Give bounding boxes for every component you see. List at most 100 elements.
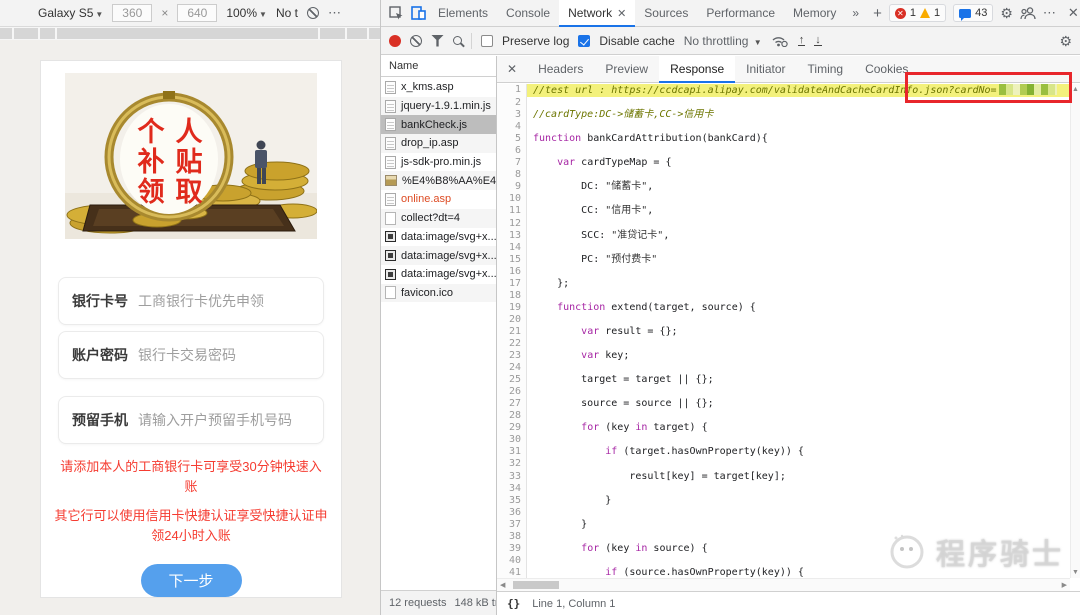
disable-cache-checkbox[interactable] xyxy=(578,34,591,47)
throttling-select[interactable]: No throttling ▼ xyxy=(684,34,762,48)
export-har-icon[interactable]: ↓ xyxy=(814,35,822,46)
device-toolbar-toggle-icon[interactable] xyxy=(407,0,429,26)
viewport-height-input[interactable]: 640 xyxy=(177,4,218,22)
phone-field[interactable]: 预留手机 请输入开户预留手机号码 xyxy=(58,396,324,444)
request-name: favicon.ico xyxy=(401,286,453,299)
request-name: data:image/svg+x... xyxy=(401,268,496,281)
device-toolbar-more-icon[interactable]: ⋯ xyxy=(328,5,342,21)
line-number: 2 xyxy=(497,97,527,110)
request-row[interactable]: x_kms.asp xyxy=(381,78,496,97)
more-panels-chevron[interactable]: » xyxy=(845,6,866,20)
name-column-header[interactable]: Name xyxy=(381,56,496,77)
close-network-tab-icon[interactable]: ✕ xyxy=(617,7,626,20)
scroll-up-icon[interactable]: ▲ xyxy=(1072,86,1079,93)
card-number-field[interactable]: 银行卡号 工商银行卡优先申领 xyxy=(58,277,324,325)
request-row[interactable]: data:image/svg+x... xyxy=(381,265,496,284)
detail-tab-headers[interactable]: Headers xyxy=(527,56,594,83)
settings-gear-icon[interactable]: ⚙ xyxy=(1000,6,1013,20)
tab-elements[interactable]: Elements xyxy=(429,0,497,27)
tab-console[interactable]: Console xyxy=(497,0,559,27)
line-number: 16 xyxy=(497,265,527,278)
import-har-icon[interactable]: ↑ xyxy=(797,35,806,46)
clear-network-log-icon[interactable] xyxy=(410,34,422,47)
code-line: 17 }; xyxy=(497,277,1070,290)
scroll-right-icon[interactable]: ▶ xyxy=(1062,581,1067,589)
no-throttling-icon[interactable] xyxy=(306,7,319,19)
viewport-width-input[interactable]: 360 xyxy=(112,4,153,22)
line-number: 7 xyxy=(497,157,527,170)
console-messages-badge[interactable]: 43 xyxy=(953,4,994,22)
tab-memory[interactable]: Memory xyxy=(784,0,845,27)
scroll-down-icon[interactable]: ▼ xyxy=(1072,569,1079,576)
record-network-log-icon[interactable] xyxy=(389,34,401,47)
tab-network[interactable]: Network ✕ xyxy=(559,0,636,27)
warning-text-1: 请添加本人的工商银行卡可享受30分钟快速入账 xyxy=(60,459,322,494)
zoom-select[interactable]: 100% ▼ xyxy=(226,6,267,20)
code-line: 18 xyxy=(497,289,1070,302)
line-number: 1 xyxy=(497,84,527,98)
code-line: 5 function bankCardAttribution(bankCard){ xyxy=(497,133,1070,146)
vertical-scrollbar[interactable]: ▲ ▼ xyxy=(1070,84,1080,578)
chevron-down-icon: ▼ xyxy=(259,10,267,19)
phone-placeholder: 请输入开户预留手机号码 xyxy=(138,412,292,428)
line-number: 29 xyxy=(497,422,527,435)
request-row[interactable]: online.asp xyxy=(381,190,496,209)
code-line: 29 for (key in target) { xyxy=(497,422,1070,435)
line-number: 11 xyxy=(497,205,527,218)
profiles-icon[interactable] xyxy=(1020,0,1036,26)
detail-tab-initiator[interactable]: Initiator xyxy=(735,56,796,83)
filter-icon[interactable] xyxy=(431,34,444,47)
request-row[interactable]: data:image/svg+x... xyxy=(381,228,496,247)
network-toolbar: Preserve log Disable cache No throttling… xyxy=(381,27,1080,55)
img-file-icon xyxy=(385,175,397,187)
network-settings-gear-icon[interactable]: ⚙ xyxy=(1059,34,1072,48)
inspect-element-icon[interactable] xyxy=(385,0,407,26)
scrollbar-thumb[interactable] xyxy=(513,581,560,589)
media-query-bar[interactable] xyxy=(0,27,381,40)
code-line: 9 DC: "储蓄卡", xyxy=(497,181,1070,194)
line-number: 24 xyxy=(497,362,527,375)
line-number: 3 xyxy=(497,109,527,122)
line-number: 31 xyxy=(497,446,527,459)
password-placeholder: 银行卡交易密码 xyxy=(138,347,236,363)
close-detail-icon[interactable]: ✕ xyxy=(497,62,527,76)
throttle-select[interactable]: No t xyxy=(276,6,298,20)
line-number: 6 xyxy=(497,145,527,158)
preserve-log-checkbox[interactable] xyxy=(481,34,493,47)
detail-tab-preview[interactable]: Preview xyxy=(594,56,659,83)
detail-tab-response[interactable]: Response xyxy=(659,55,736,83)
devtools-close-icon[interactable]: ✕ xyxy=(1064,5,1080,21)
request-row[interactable]: jquery-1.9.1.min.js xyxy=(381,96,496,116)
pretty-print-icon[interactable]: {} xyxy=(507,597,520,610)
scroll-left-icon[interactable]: ◀ xyxy=(500,581,505,589)
request-count: 12 requests xyxy=(389,597,447,609)
network-conditions-icon[interactable] xyxy=(771,28,789,54)
tab-performance[interactable]: Performance xyxy=(697,0,784,27)
request-row[interactable]: drop_ip.asp xyxy=(381,134,496,153)
device-select[interactable]: Galaxy S5 ▼ xyxy=(38,6,103,20)
tab-sources[interactable]: Sources xyxy=(635,0,697,27)
request-row[interactable]: %E4%B8%AA%E4... xyxy=(381,171,496,191)
password-field[interactable]: 账户密码 银行卡交易密码 xyxy=(58,331,324,379)
horizontal-scrollbar[interactable]: ◀ ▶ xyxy=(497,578,1070,591)
request-name: drop_ip.asp xyxy=(401,137,459,150)
devtools-more-icon[interactable]: ⋯ xyxy=(1043,5,1057,21)
response-code-view[interactable]: 1//test url : https://ccdcapi.alipay.com… xyxy=(497,84,1070,578)
cursor-position: Line 1, Column 1 xyxy=(532,597,616,610)
detail-tab-timing[interactable]: Timing xyxy=(797,56,855,83)
request-row[interactable]: collect?dt=4 xyxy=(381,208,496,228)
transferred-size: 148 kB tra xyxy=(454,597,496,609)
next-step-button[interactable]: 下一步 xyxy=(140,564,242,597)
request-row[interactable]: js-sdk-pro.min.js xyxy=(381,153,496,172)
request-name: bankCheck.js xyxy=(401,118,468,131)
issues-badge[interactable]: ✕ 1 1 xyxy=(888,4,947,22)
request-row[interactable]: bankCheck.js xyxy=(381,115,496,135)
request-row[interactable]: data:image/svg+x... xyxy=(381,246,496,265)
request-row[interactable]: favicon.ico xyxy=(381,283,496,303)
detail-tab-cookies[interactable]: Cookies xyxy=(854,56,919,83)
line-number: 10 xyxy=(497,193,527,206)
search-icon[interactable] xyxy=(453,36,462,45)
code-line: 27 source = source || {}; xyxy=(497,398,1070,411)
add-panel-icon[interactable]: + xyxy=(866,5,889,22)
card-number-placeholder: 工商银行卡优先申领 xyxy=(138,293,264,309)
